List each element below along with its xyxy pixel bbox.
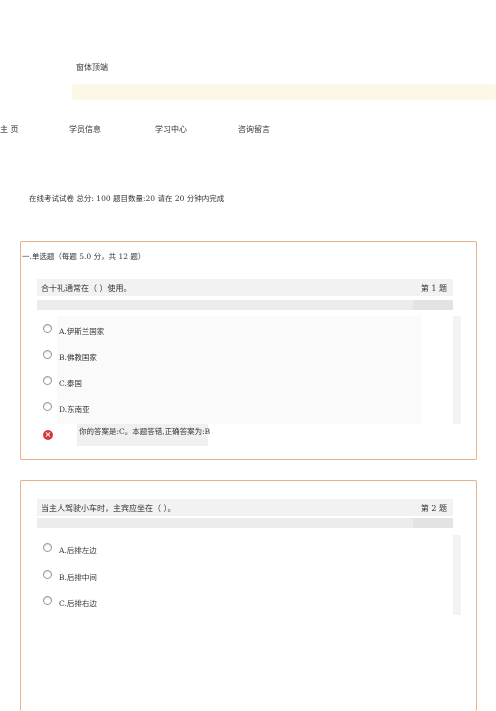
question-section-1: 一.单选题（每题 5.0 分，共 12 题） 合十礼通常在（ ）使用。 第 1 …	[20, 241, 477, 460]
question-text: 当主人驾驶小车时，主宾应坐在（ ）。	[41, 504, 176, 513]
question-section-2: 当主人驾驶小车时，主宾应坐在（ ）。 第 2 题 A.后排左边 B.后排中间 C…	[20, 480, 477, 711]
option-label: B.佛教国家	[59, 353, 97, 362]
exam-info: 在线考试试卷 总分: 100 题目数量:20 请在 20 分钟内完成	[29, 194, 225, 203]
question-text: 合十礼通常在（ ）使用。	[41, 284, 132, 293]
question-subbar	[37, 518, 453, 528]
option-label: C.后排右边	[59, 599, 97, 608]
option-c[interactable]: C.后排右边	[43, 596, 243, 608]
banner-title: 窗体顶端	[76, 63, 108, 72]
radio-button[interactable]	[43, 402, 52, 411]
option-a[interactable]: A.伊斯兰国家	[43, 324, 243, 336]
option-b[interactable]: B.佛教国家	[43, 350, 243, 362]
nav-item-home[interactable]: 主 页	[0, 124, 19, 135]
question-header: 当主人驾驶小车时，主宾应坐在（ ）。 第 2 题	[37, 499, 453, 516]
radio-button[interactable]	[43, 376, 52, 385]
option-c[interactable]: C.泰国	[43, 376, 243, 388]
question-number: 第 1 题	[420, 284, 447, 293]
option-d[interactable]: D.东南亚	[43, 402, 243, 414]
question-header: 合十礼通常在（ ）使用。 第 1 题	[37, 279, 453, 296]
question-subbar	[37, 300, 453, 310]
error-icon: ×	[43, 430, 53, 440]
radio-button[interactable]	[43, 324, 52, 333]
question-number: 第 2 题	[420, 504, 447, 513]
nav-item-student-info[interactable]: 学员信息	[69, 124, 101, 135]
option-label: C.泰国	[59, 379, 82, 388]
option-b[interactable]: B.后排中间	[43, 570, 243, 582]
nav-item-learning-center[interactable]: 学习中心	[155, 124, 187, 135]
option-a[interactable]: A.后排左边	[43, 543, 243, 555]
radio-button[interactable]	[43, 570, 52, 579]
banner-strip	[72, 84, 496, 100]
radio-button[interactable]	[43, 596, 52, 605]
radio-button[interactable]	[43, 543, 52, 552]
options-panel-edge	[453, 316, 461, 424]
top-nav: 主 页 学员信息 学习中心 咨询留言	[0, 124, 496, 136]
nav-item-consult-message[interactable]: 咨询留言	[238, 124, 270, 135]
radio-button[interactable]	[43, 350, 52, 359]
option-label: B.后排中间	[59, 573, 97, 582]
option-label: A.后排左边	[59, 546, 97, 555]
option-label: A.伊斯兰国家	[59, 327, 105, 336]
answer-feedback: 你的答案是:C。本题答错,正确答案为:B	[79, 427, 211, 436]
option-label: D.东南亚	[59, 405, 90, 414]
section-title: 一.单选题（每题 5.0 分，共 12 题）	[22, 252, 146, 261]
options-panel-edge	[453, 535, 461, 615]
